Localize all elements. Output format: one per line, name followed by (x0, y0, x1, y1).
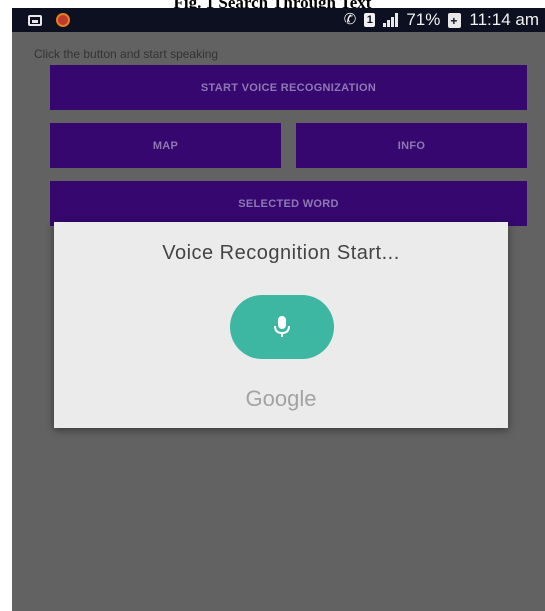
selected-word-button[interactable]: SELECTED WORD (50, 181, 527, 226)
voice-recognition-dialog: Voice Recognition Start... Google (54, 222, 508, 428)
status-bar: ✆ 1 71% 11:14 am (12, 8, 545, 32)
record-icon (56, 13, 70, 27)
microphone-icon (274, 316, 290, 337)
info-button[interactable]: INFO (296, 123, 527, 168)
mic-button[interactable] (230, 295, 334, 359)
battery-icon (448, 11, 462, 31)
signal-icon (383, 13, 399, 27)
google-logo-text: Google (245, 386, 317, 411)
status-left-icons (28, 13, 70, 27)
start-voice-recognition-button[interactable]: START VOICE RECOGNIZATION (50, 65, 527, 110)
image-icon (28, 14, 42, 26)
battery-percent: 71% (406, 10, 441, 29)
map-button[interactable]: MAP (50, 123, 281, 168)
instruction-text: Click the button and start speaking (34, 47, 219, 61)
clock: 11:14 am (469, 10, 539, 29)
status-right: ✆ 1 71% 11:14 am (343, 10, 539, 31)
call-icon: ✆ (343, 11, 357, 28)
phone-screen: ✆ 1 71% 11:14 am Click the button and st… (12, 8, 545, 611)
dialog-title: Voice Recognition Start... (162, 242, 400, 264)
sim-icon: 1 (364, 13, 376, 27)
